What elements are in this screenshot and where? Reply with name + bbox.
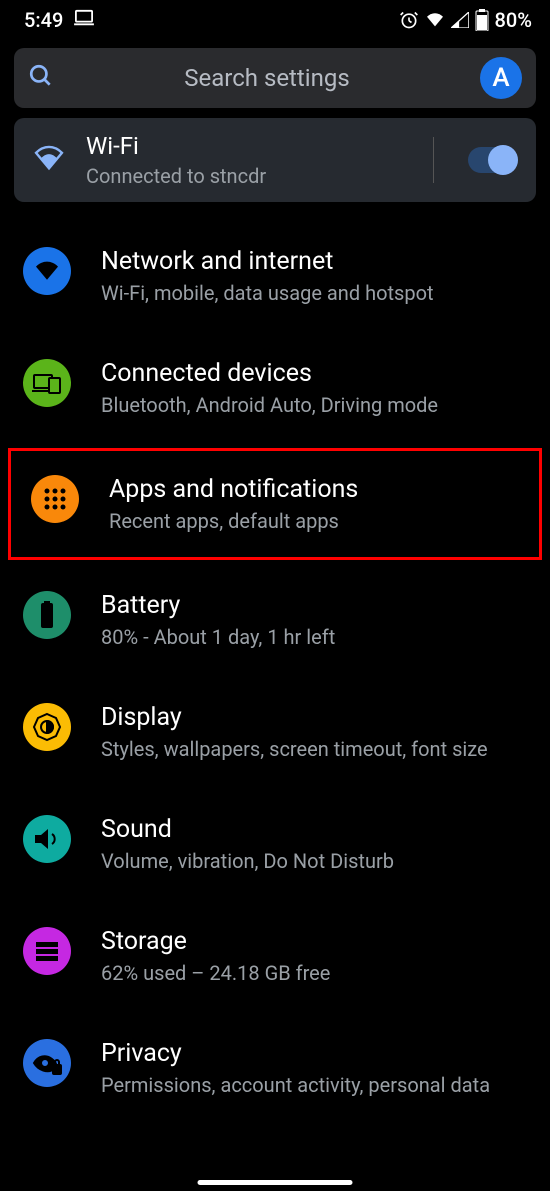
settings-list: Network and internet Wi-Fi, mobile, data …	[0, 220, 550, 1124]
search-settings-bar[interactable]: Search settings A	[14, 48, 536, 108]
nav-handle[interactable]	[198, 1180, 353, 1185]
devices-icon	[23, 359, 71, 407]
settings-item-storage[interactable]: Storage 62% used – 24.18 GB free	[0, 900, 550, 1012]
battery-icon	[475, 9, 489, 31]
sound-icon	[23, 815, 71, 863]
storage-icon	[23, 927, 71, 975]
item-subtitle: Bluetooth, Android Auto, Driving mode	[101, 392, 523, 419]
apps-icon	[31, 475, 79, 523]
item-subtitle: 62% used – 24.18 GB free	[101, 960, 523, 987]
item-title: Display	[101, 703, 523, 732]
item-title: Network and internet	[101, 247, 523, 276]
item-title: Storage	[101, 927, 523, 956]
status-battery-percent: 80%	[495, 8, 532, 32]
alarm-icon	[399, 10, 419, 30]
item-title: Battery	[101, 591, 523, 620]
item-subtitle: Permissions, account activity, personal …	[101, 1072, 523, 1099]
settings-item-brightness[interactable]: Display Styles, wallpapers, screen timeou…	[0, 676, 550, 788]
brightness-icon	[23, 703, 71, 751]
settings-item-privacy[interactable]: Privacy Permissions, account activity, pe…	[0, 1012, 550, 1124]
wifi-toggle[interactable]	[468, 147, 518, 173]
settings-item-battery[interactable]: Battery 80% - About 1 day, 1 hr left	[0, 564, 550, 676]
item-subtitle: Volume, vibration, Do Not Disturb	[101, 848, 523, 875]
settings-item-apps[interactable]: Apps and notifications Recent apps, defau…	[8, 448, 542, 560]
item-subtitle: 80% - About 1 day, 1 hr left	[101, 624, 523, 651]
item-subtitle: Wi-Fi, mobile, data usage and hotspot	[101, 280, 523, 307]
divider	[433, 137, 434, 183]
wifi-card[interactable]: Wi-Fi Connected to stncdr	[14, 118, 536, 202]
status-bar: 5:49 80%	[0, 0, 550, 36]
item-title: Apps and notifications	[109, 475, 515, 504]
laptop-icon	[73, 8, 95, 32]
wifi-outline-icon	[32, 145, 66, 175]
wifi-icon	[23, 247, 71, 295]
item-subtitle: Styles, wallpapers, screen timeout, font…	[101, 736, 523, 763]
cellular-signal-icon	[451, 12, 469, 28]
item-subtitle: Recent apps, default apps	[109, 508, 515, 535]
wifi-card-subtitle: Connected to stncdr	[86, 164, 413, 188]
profile-avatar[interactable]: A	[480, 57, 522, 99]
settings-item-devices[interactable]: Connected devices Bluetooth, Android Auto…	[0, 332, 550, 444]
item-title: Connected devices	[101, 359, 523, 388]
search-placeholder: Search settings	[54, 64, 480, 92]
wifi-signal-icon	[425, 12, 445, 28]
settings-item-sound[interactable]: Sound Volume, vibration, Do Not Disturb	[0, 788, 550, 900]
settings-item-wifi[interactable]: Network and internet Wi-Fi, mobile, data …	[0, 220, 550, 332]
privacy-icon	[23, 1039, 71, 1087]
battery-icon	[23, 591, 71, 639]
status-time: 5:49	[24, 8, 63, 32]
search-icon	[28, 63, 54, 93]
wifi-card-title: Wi-Fi	[86, 132, 413, 160]
item-title: Privacy	[101, 1039, 523, 1068]
item-title: Sound	[101, 815, 523, 844]
